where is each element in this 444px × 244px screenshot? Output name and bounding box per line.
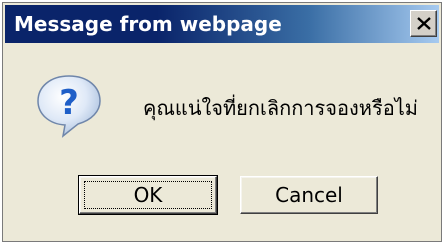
dialog-message: คุณแน่ใจที่ยกเลิกการจองหรือไม่ [143, 96, 418, 120]
message-dialog: Message from webpage ? คุณแน่ใจที่ยกเลิก… [2, 2, 442, 242]
question-icon: ? [37, 75, 101, 138]
ok-button-label: OK [133, 183, 163, 207]
dialog-title: Message from webpage [14, 12, 282, 36]
ok-button[interactable]: OK [78, 175, 218, 215]
dialog-titlebar[interactable]: Message from webpage [5, 5, 439, 43]
cancel-button[interactable]: Cancel [240, 176, 378, 214]
close-icon [417, 17, 431, 30]
svg-text:?: ? [59, 83, 79, 123]
close-button[interactable] [410, 10, 437, 37]
cancel-button-label: Cancel [275, 183, 343, 207]
